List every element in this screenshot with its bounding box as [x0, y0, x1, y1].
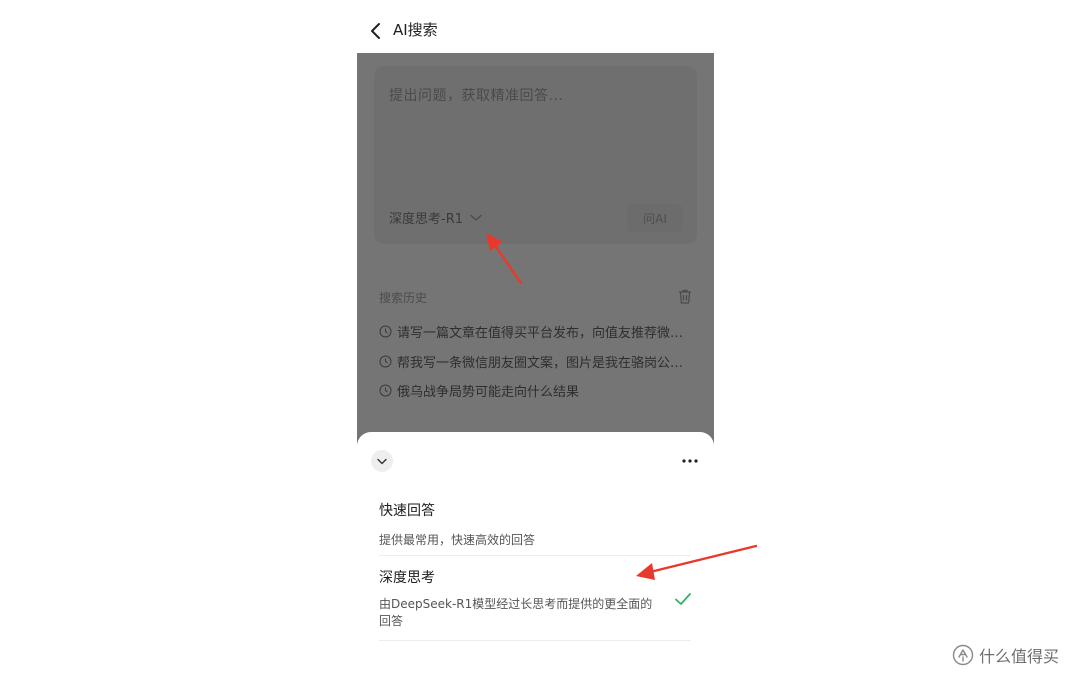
history-item-text: 帮我写一条微信朋友圈文案，图片是我在骆岗公… — [397, 355, 684, 371]
top-bar: AI搜索 — [357, 0, 714, 53]
history-item[interactable]: 俄乌战争局势可能走向什么结果 — [379, 376, 697, 406]
page-title: AI搜索 — [393, 21, 438, 39]
watermark-text: 什么值得买 — [979, 647, 1060, 666]
clock-icon — [379, 384, 392, 397]
collapse-sheet-button[interactable] — [371, 450, 393, 472]
option-title: 快速回答 — [379, 503, 435, 519]
chevron-down-icon — [377, 458, 387, 464]
query-card: 深度思考-R1 问AI — [374, 66, 697, 244]
clock-icon — [379, 355, 392, 368]
model-bottom-sheet: 快速回答 提供最常用，快速高效的回答 深度思考 由DeepSeek-R1模型经过… — [357, 432, 714, 677]
option-description: 提供最常用，快速高效的回答 — [379, 533, 536, 547]
history-title: 搜索历史 — [379, 291, 428, 305]
option-description: 由DeepSeek-R1模型经过长思考而提供的更全面的回答 — [379, 597, 653, 628]
phone-screen: AI搜索 深度思考-R1 问AI 搜索历史 请写一篇文章在值得买平台发布，向值友… — [357, 0, 714, 677]
chevron-left-icon[interactable] — [365, 18, 387, 44]
option-title: 深度思考 — [379, 570, 435, 586]
model-label: 深度思考-R1 — [389, 212, 463, 227]
checkmark-icon — [675, 593, 691, 605]
option-deep-thinking[interactable]: 深度思考 由DeepSeek-R1模型经过长思考而提供的更全面的回答 — [379, 567, 691, 641]
history-item[interactable]: 请写一篇文章在值得买平台发布，向值友推荐微… — [379, 317, 697, 347]
clock-icon — [379, 325, 392, 338]
history-item-text: 请写一篇文章在值得买平台发布，向值友推荐微… — [397, 326, 684, 342]
trash-icon[interactable] — [678, 289, 692, 304]
chevron-down-icon — [470, 214, 482, 221]
watermark: 什么值得买 — [952, 643, 1059, 667]
smzdm-logo-icon — [952, 644, 974, 666]
ask-ai-button[interactable]: 问AI — [627, 204, 683, 232]
option-quick-answer[interactable]: 快速回答 提供最常用，快速高效的回答 — [379, 500, 691, 556]
question-input[interactable] — [389, 88, 679, 104]
model-selector[interactable]: 深度思考-R1 — [389, 208, 482, 227]
history-item[interactable]: 帮我写一条微信朋友圈文案，图片是我在骆岗公… — [379, 347, 697, 377]
history-list: 请写一篇文章在值得买平台发布，向值友推荐微… 帮我写一条微信朋友圈文案，图片是我… — [379, 317, 697, 406]
history-item-text: 俄乌战争局势可能走向什么结果 — [397, 385, 580, 401]
more-options-icon[interactable] — [681, 452, 699, 470]
